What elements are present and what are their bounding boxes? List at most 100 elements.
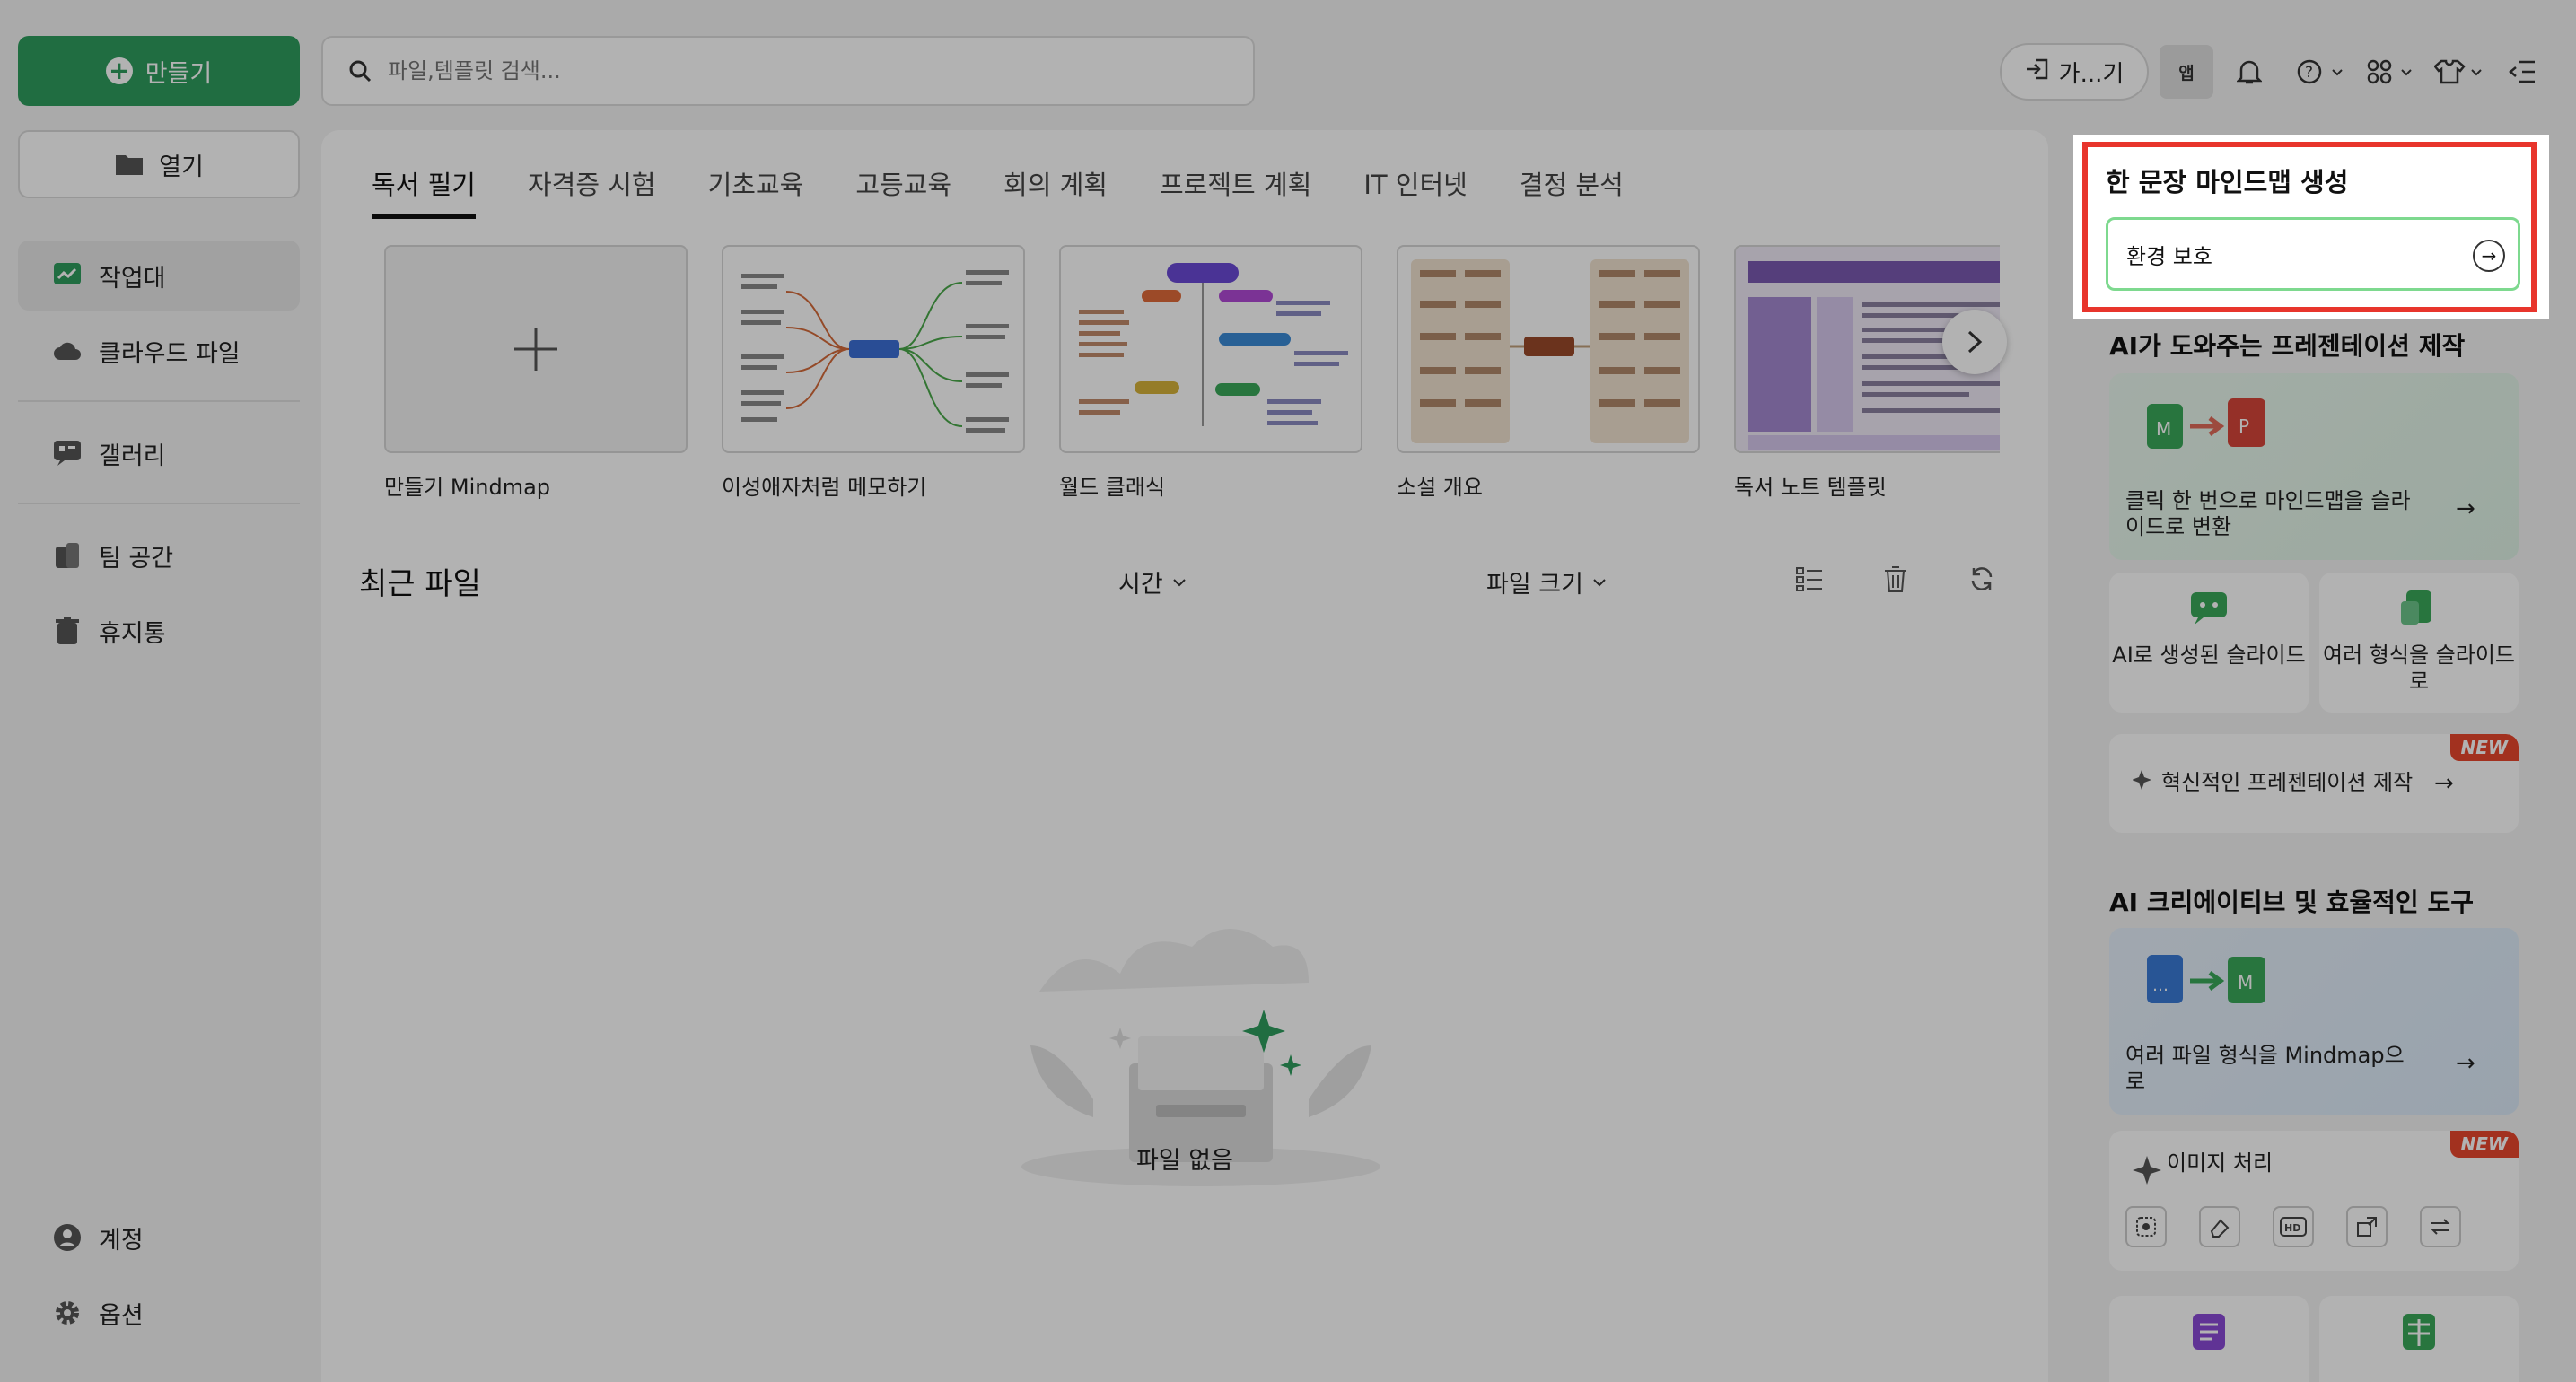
arrow-right-circle-icon[interactable]: → xyxy=(2473,240,2505,272)
workbench-icon xyxy=(52,260,83,291)
recent-files-title: 최근 파일 xyxy=(359,566,481,602)
template-card[interactable]: 독서 노트 템플릿 xyxy=(1734,245,2000,501)
sidebar-item-label: 팀 공간 xyxy=(99,544,174,573)
empty-files-text: 파일 없음 xyxy=(1136,1147,1233,1175)
formats-to-slides-card[interactable]: 여러 형식을 슬라이드로 xyxy=(2319,573,2519,713)
sidebar-item-trash[interactable]: 휴지통 xyxy=(18,596,300,666)
mindmap-topic-input[interactable]: 환경 보호 → xyxy=(2106,217,2520,291)
gallery-icon xyxy=(52,438,83,468)
plus-icon: + xyxy=(105,57,133,84)
sidebar-item-account[interactable]: 계정 xyxy=(18,1203,300,1273)
card-text: 이미지 처리 xyxy=(2167,1150,2274,1176)
list-view-icon[interactable] xyxy=(1790,559,1829,599)
svg-text:HD: HD xyxy=(2284,1222,2300,1234)
tab-decision-analysis[interactable]: 결정 분석 xyxy=(1520,164,1624,219)
search-input[interactable] xyxy=(388,58,1196,83)
sort-size-label: 파일 크기 xyxy=(1486,571,1583,599)
hd-icon[interactable]: HD xyxy=(2273,1206,2314,1247)
sidebar-item-workbench[interactable]: 작업대 xyxy=(18,241,300,311)
delete-icon[interactable] xyxy=(1876,559,1915,599)
sidebar: + 만들기 열기 작업대 클라우드 파일 갤러리 팀 공간 휴지통 계정 옵션 xyxy=(0,0,316,1382)
chevron-down-icon xyxy=(1593,578,1606,586)
collapse-panel-icon[interactable] xyxy=(2504,45,2540,99)
apps-grid-icon[interactable] xyxy=(2364,45,2418,99)
ai-slides-card[interactable]: AI로 생성된 슬라이드 xyxy=(2109,573,2309,713)
template-thumbnail xyxy=(1059,245,1362,453)
template-next-button[interactable] xyxy=(1942,310,2007,374)
tool-card-table[interactable] xyxy=(2319,1296,2519,1382)
chevron-down-icon xyxy=(1172,578,1186,586)
sidebar-item-label: 클라우드 파일 xyxy=(99,339,241,368)
sort-time-dropdown[interactable]: 시간 xyxy=(1118,564,1187,599)
create-button[interactable]: + 만들기 xyxy=(18,36,300,106)
sidebar-item-team-space[interactable]: 팀 공간 xyxy=(18,520,300,590)
open-button[interactable]: 열기 xyxy=(18,130,300,198)
create-button-label: 만들기 xyxy=(145,59,213,88)
app-button[interactable]: 앱 xyxy=(2160,45,2213,99)
mindmap-to-slides-card[interactable]: M P 클릭 한 번으로 마인드맵을 슬라이드로 변환 → xyxy=(2109,373,2519,560)
team-space-icon xyxy=(52,540,83,571)
bell-icon[interactable] xyxy=(2231,45,2267,99)
open-button-label: 열기 xyxy=(159,153,204,181)
ppt-section-title: AI가 도와주는 프레젠테이션 제작 xyxy=(2109,331,2466,361)
tab-meeting-plan[interactable]: 회의 계획 xyxy=(1003,164,1108,219)
svg-text:…: … xyxy=(2152,976,2169,995)
main-panel: 독서 필기 자격증 시험 기초교육 고등교육 회의 계획 프로젝트 계획 IT … xyxy=(321,130,2048,1382)
gear-icon xyxy=(52,1298,83,1328)
svg-text:?: ? xyxy=(2305,64,2313,82)
search-icon xyxy=(345,56,375,86)
eraser-icon[interactable] xyxy=(2199,1206,2240,1247)
tools-section-title: AI 크리에이티브 및 효율적인 도구 xyxy=(2109,888,2474,917)
template-card[interactable]: 이성애자처럼 메모하기 xyxy=(722,245,1025,501)
sidebar-item-label: 계정 xyxy=(99,1226,144,1255)
spreadsheet-icon xyxy=(2403,1314,2435,1350)
tab-project-plan[interactable]: 프로젝트 계획 xyxy=(1160,164,1311,219)
login-icon xyxy=(2025,57,2050,88)
template-thumbnail xyxy=(384,245,688,453)
sidebar-item-label: 작업대 xyxy=(99,264,166,293)
card-text: 혁신적인 프레젠테이션 제작 xyxy=(2161,770,2414,795)
image-tools-row: HD xyxy=(2125,1206,2461,1247)
svg-text:M: M xyxy=(2238,972,2253,993)
mindmap-preview-icon xyxy=(1079,263,1348,426)
card-text: 클릭 한 번으로 마인드맵을 슬라이드로 변환 xyxy=(2125,488,2411,539)
sidebar-item-label: 옵션 xyxy=(99,1301,144,1330)
sidebar-item-options[interactable]: 옵션 xyxy=(18,1278,300,1348)
document-list-icon xyxy=(2193,1314,2225,1350)
right-panel: AI가 도와주는 프레젠테이션 제작 M P 클릭 한 번으로 마인드맵을 슬라… xyxy=(2073,135,2576,1382)
tab-certification[interactable]: 자격증 시험 xyxy=(528,164,656,219)
sidebar-divider xyxy=(18,400,300,402)
sidebar-item-label: 휴지통 xyxy=(99,619,166,648)
svg-text:P: P xyxy=(2239,415,2249,437)
tab-higher-education[interactable]: 고등교육 xyxy=(855,164,951,219)
tool-card-list[interactable] xyxy=(2109,1296,2309,1382)
go-to-button[interactable]: 가...기 xyxy=(2000,43,2149,101)
mindmap-generator-highlight: 한 문장 마인드맵 생성 환경 보호 → xyxy=(2073,135,2549,319)
help-icon[interactable]: ? xyxy=(2294,45,2348,99)
tab-it-internet[interactable]: IT 인터넷 xyxy=(1363,164,1468,219)
folder-icon xyxy=(114,149,145,179)
remove-bg-icon[interactable] xyxy=(2125,1206,2167,1247)
files-to-mindmap-card[interactable]: … M 여러 파일 형식을 Mindmap으로 → xyxy=(2109,928,2519,1115)
image-processing-card[interactable]: NEW 이미지 처리 HD xyxy=(2109,1131,2519,1271)
convert-icon[interactable] xyxy=(2420,1206,2461,1247)
template-card-new[interactable]: 만들기 Mindmap xyxy=(384,245,688,501)
mindmap-preview-icon xyxy=(1411,259,1689,443)
refresh-icon[interactable] xyxy=(1962,559,2002,599)
sidebar-item-gallery[interactable]: 갤러리 xyxy=(18,418,300,488)
search-bar[interactable] xyxy=(321,36,1255,106)
template-card[interactable]: 소설 개요 xyxy=(1397,245,1700,501)
tab-reading-notes[interactable]: 독서 필기 xyxy=(372,164,476,219)
plus-icon xyxy=(514,328,557,371)
shirt-icon[interactable] xyxy=(2432,45,2486,99)
cloud-icon xyxy=(52,336,83,366)
sidebar-item-cloud[interactable]: 클라우드 파일 xyxy=(18,316,300,386)
expand-icon[interactable] xyxy=(2346,1206,2388,1247)
sparkle-icon xyxy=(2133,770,2151,790)
innovative-presentation-card[interactable]: NEW 혁신적인 프레젠테이션 제작 → xyxy=(2109,734,2519,833)
tab-basic-education[interactable]: 기초교육 xyxy=(708,164,804,219)
template-card[interactable]: 월드 클래식 xyxy=(1059,245,1362,501)
sort-size-dropdown[interactable]: 파일 크기 xyxy=(1486,564,1607,599)
files-to-mindmap-icon: … M xyxy=(2147,955,2265,1003)
card-text: 여러 형식을 슬라이드로 xyxy=(2323,643,2515,694)
